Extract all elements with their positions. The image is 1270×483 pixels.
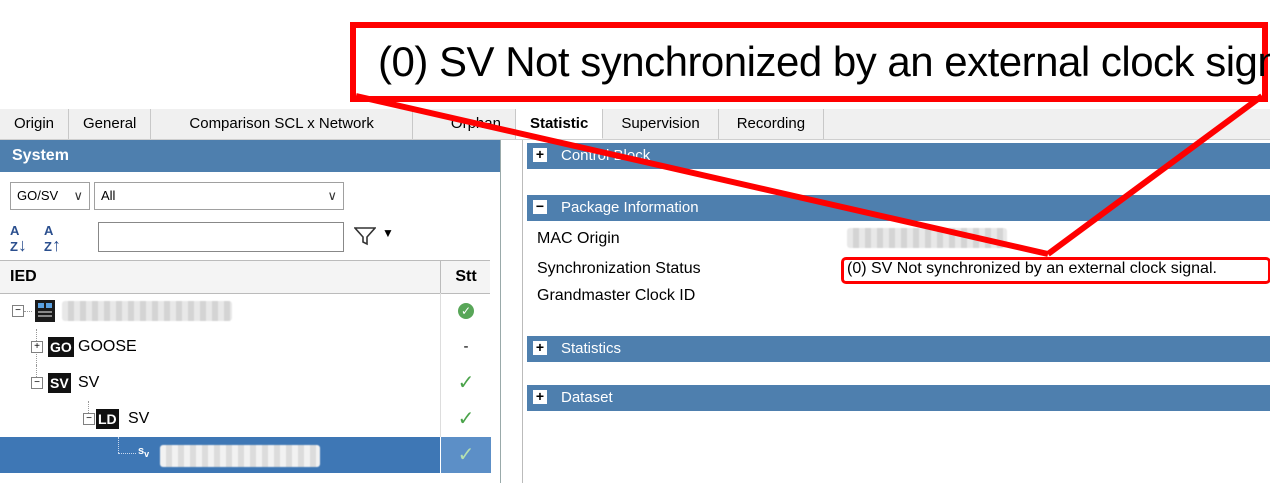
collapse-toggle-icon[interactable]: −	[12, 305, 24, 317]
type-filter-value: GO/SV	[17, 188, 59, 203]
sv-stream-icon: sv	[138, 445, 150, 460]
zoom-callout-text: (0) SV Not synchronized by an external c…	[378, 38, 1270, 85]
status-ok-icon: ✓	[440, 293, 491, 329]
type-filter-select[interactable]: GO/SV ∨	[10, 182, 90, 210]
tab-general[interactable]: General	[69, 109, 152, 139]
highlight-box	[841, 257, 1270, 284]
expand-toggle-icon[interactable]: +	[533, 340, 547, 355]
status-none: -	[440, 329, 491, 365]
expand-toggle-icon[interactable]: +	[533, 389, 547, 404]
tree-header: IED Stt	[0, 260, 490, 294]
tab-bar: Origin General Comparison SCL x Network …	[0, 109, 1270, 140]
column-stt[interactable]: Stt	[440, 261, 491, 293]
collapse-toggle-icon[interactable]: −	[83, 413, 95, 425]
filter-dropdown-icon[interactable]: ▼	[382, 226, 394, 240]
chevron-down-icon: ∨	[327, 188, 337, 203]
tree-row-ld-sv[interactable]: − LD SV ✓	[0, 401, 490, 437]
status-check-icon: ✓	[440, 437, 491, 473]
ied-device-icon	[35, 300, 55, 322]
tab-origin[interactable]: Origin	[0, 109, 70, 139]
value-filter-value: All	[101, 188, 116, 203]
tab-recording[interactable]: Recording	[719, 109, 825, 139]
tree-row-sv-stream[interactable]: sv ✓	[0, 437, 491, 473]
details-panel: + Control Block − Package Information MA…	[522, 140, 1270, 483]
system-panel: System GO/SV ∨ All ∨ A Z↓ A Z↑ ▼ IED Stt −	[0, 140, 501, 483]
section-control-block[interactable]: + Control Block	[527, 143, 1270, 169]
system-header: System	[0, 140, 500, 172]
ied-tree: − ✓ + GO GOOSE - − SV SV ✓ − LD SV ✓ sv …	[0, 293, 491, 473]
tree-row-goose[interactable]: + GO GOOSE -	[0, 329, 490, 365]
ld-badge: LD	[96, 409, 119, 429]
tab-comparison-scl-network[interactable]: Comparison SCL x Network	[151, 109, 413, 139]
status-check-icon: ✓	[440, 401, 491, 437]
tree-row-label: SV	[128, 410, 150, 427]
tree-row-sv[interactable]: − SV SV ✓	[0, 365, 490, 401]
section-package-information[interactable]: − Package Information	[527, 195, 1270, 221]
zoom-callout: (0) SV Not synchronized by an external c…	[350, 22, 1270, 102]
sync-status-label: Synchronization Status	[537, 260, 701, 277]
section-statistics[interactable]: + Statistics	[527, 336, 1270, 362]
section-dataset[interactable]: + Dataset	[527, 385, 1270, 411]
expand-toggle-icon[interactable]: +	[533, 147, 547, 162]
redacted-stream-name	[160, 445, 320, 467]
sort-descending-icon[interactable]: A Z↑	[44, 224, 61, 255]
collapse-toggle-icon[interactable]: −	[533, 199, 547, 214]
goose-badge: GO	[48, 337, 74, 357]
section-title: Control Block	[561, 147, 651, 164]
tree-row-label: SV	[78, 374, 100, 391]
section-title: Package Information	[561, 199, 699, 216]
search-input[interactable]	[98, 222, 344, 252]
sort-ascending-icon[interactable]: A Z↓	[10, 224, 27, 255]
collapse-toggle-icon[interactable]: −	[31, 377, 43, 389]
tab-supervision[interactable]: Supervision	[603, 109, 719, 139]
section-title: Statistics	[561, 340, 622, 357]
tab-orphan[interactable]: Orphan	[413, 109, 516, 139]
expand-toggle-icon[interactable]: +	[31, 341, 43, 353]
tree-row-label: GOOSE	[78, 338, 137, 355]
tree-row-ied[interactable]: − ✓	[0, 293, 490, 329]
status-check-icon: ✓	[440, 365, 491, 401]
value-filter-select[interactable]: All ∨	[94, 182, 344, 210]
section-title: Dataset	[561, 389, 613, 406]
chevron-down-icon: ∨	[73, 188, 83, 203]
grandmaster-clock-label: Grandmaster Clock ID	[537, 287, 696, 304]
mac-origin-label: MAC Origin	[537, 230, 620, 247]
redacted-mac-origin	[847, 228, 1007, 248]
redacted-ied-name	[62, 301, 232, 321]
column-ied[interactable]: IED	[10, 261, 37, 293]
tab-statistic[interactable]: Statistic	[515, 109, 604, 139]
sv-badge: SV	[48, 373, 71, 393]
filter-funnel-icon[interactable]	[354, 226, 376, 246]
